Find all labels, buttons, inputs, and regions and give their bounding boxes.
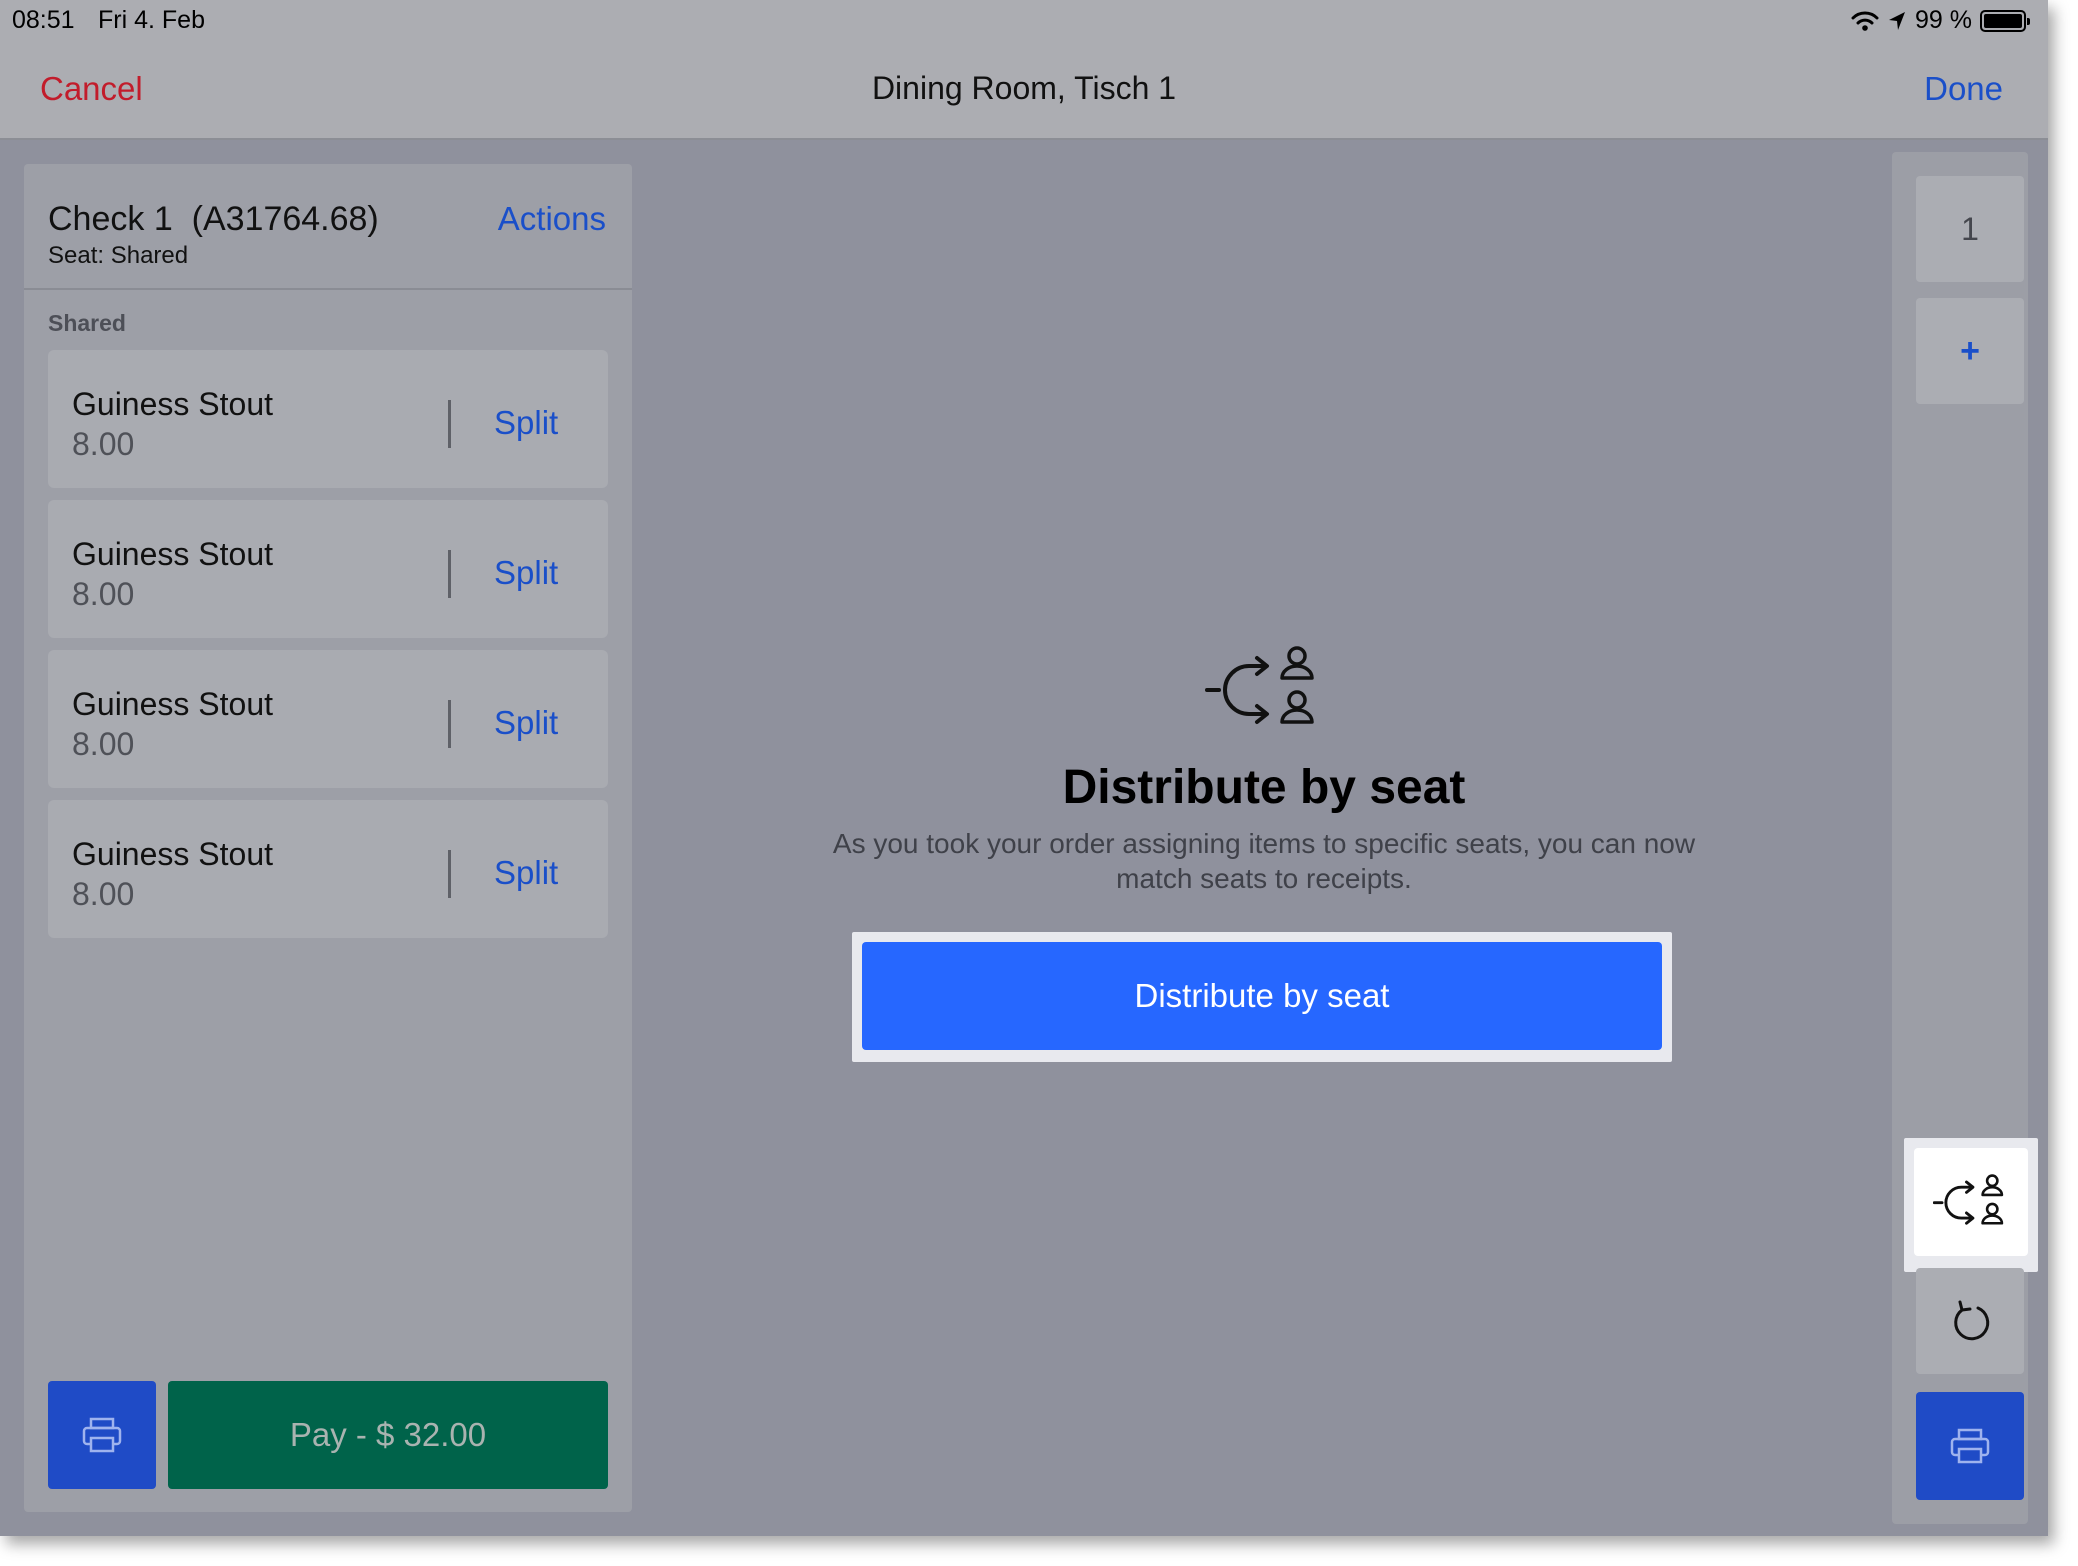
item-price: 8.00	[72, 876, 135, 912]
item-name: Guiness Stout	[72, 536, 273, 572]
item-price: 8.00	[72, 426, 135, 462]
done-button[interactable]: Done	[1924, 70, 2003, 108]
print-check-button[interactable]	[48, 1381, 156, 1489]
split-button[interactable]: Split	[494, 854, 558, 892]
distribute-description: As you took your order assigning items t…	[832, 828, 1696, 894]
actions-button[interactable]: Actions	[498, 200, 606, 238]
split-button[interactable]: Split	[494, 554, 558, 592]
status-time: 08:51	[12, 6, 75, 34]
add-check-button[interactable]: +	[1916, 298, 2024, 404]
distribute-pane: Distribute by seat As you took your orde…	[632, 140, 1896, 1536]
check-rail: 1 +	[1892, 152, 2038, 1524]
check-header: Check 1 (A31764.68) Seat: Shared Actions	[24, 164, 632, 290]
undo-icon	[1954, 1300, 1990, 1341]
list-item[interactable]: Guiness Stout 8.00 Split	[48, 500, 608, 638]
print-all-button[interactable]	[1916, 1392, 2024, 1500]
check-panel: Check 1 (A31764.68) Seat: Shared Actions…	[24, 164, 632, 1512]
item-divider	[448, 850, 451, 898]
item-price: 8.00	[72, 726, 135, 762]
check-item-list: Guiness Stout 8.00 Split Guiness Stout 8…	[48, 350, 608, 950]
undo-button[interactable]	[1916, 1268, 2024, 1374]
split-button[interactable]: Split	[494, 404, 558, 442]
distribute-rail-button[interactable]	[1914, 1148, 2028, 1256]
item-price: 8.00	[72, 576, 135, 612]
ipad-screen: 08:51 Fri 4. Feb 99 % Cancel Dining Room…	[0, 0, 2048, 1536]
location-icon	[1889, 11, 1906, 30]
distribute-seats-icon	[1205, 646, 1314, 724]
status-date: Fri 4. Feb	[98, 6, 205, 34]
battery-percentage: 99 %	[1915, 6, 1972, 34]
status-bar: 08:51 Fri 4. Feb 99 %	[0, 0, 2048, 40]
list-item[interactable]: Guiness Stout 8.00 Split	[48, 650, 608, 788]
list-item[interactable]: Guiness Stout 8.00 Split	[48, 800, 608, 938]
item-divider	[448, 550, 451, 598]
printer-icon	[82, 1417, 122, 1453]
check-title: Check 1 (A31764.68)	[48, 200, 379, 238]
list-item[interactable]: Guiness Stout 8.00 Split	[48, 350, 608, 488]
item-name: Guiness Stout	[72, 386, 273, 422]
item-divider	[448, 700, 451, 748]
page-title: Dining Room, Tisch 1	[871, 70, 1177, 106]
distribute-seats-icon	[1933, 1174, 2004, 1225]
item-name: Guiness Stout	[72, 836, 273, 872]
printer-icon	[1950, 1428, 1990, 1464]
check-tab-1[interactable]: 1	[1916, 176, 2024, 282]
check-seat-label: Seat: Shared	[48, 242, 189, 269]
distribute-by-seat-button[interactable]: Distribute by seat	[862, 942, 1662, 1050]
wifi-icon	[1851, 11, 1879, 31]
pay-button[interactable]: Pay - $ 32.00	[168, 1381, 608, 1489]
item-name: Guiness Stout	[72, 686, 273, 722]
status-indicators: 99 %	[1851, 6, 2030, 35]
split-button[interactable]: Split	[494, 704, 558, 742]
navigation-bar: Cancel Dining Room, Tisch 1 Done	[0, 40, 2048, 140]
distribute-title: Distribute by seat	[1062, 761, 1466, 814]
battery-icon	[1980, 9, 2030, 32]
item-divider	[448, 400, 451, 448]
section-label-shared: Shared	[48, 310, 126, 336]
